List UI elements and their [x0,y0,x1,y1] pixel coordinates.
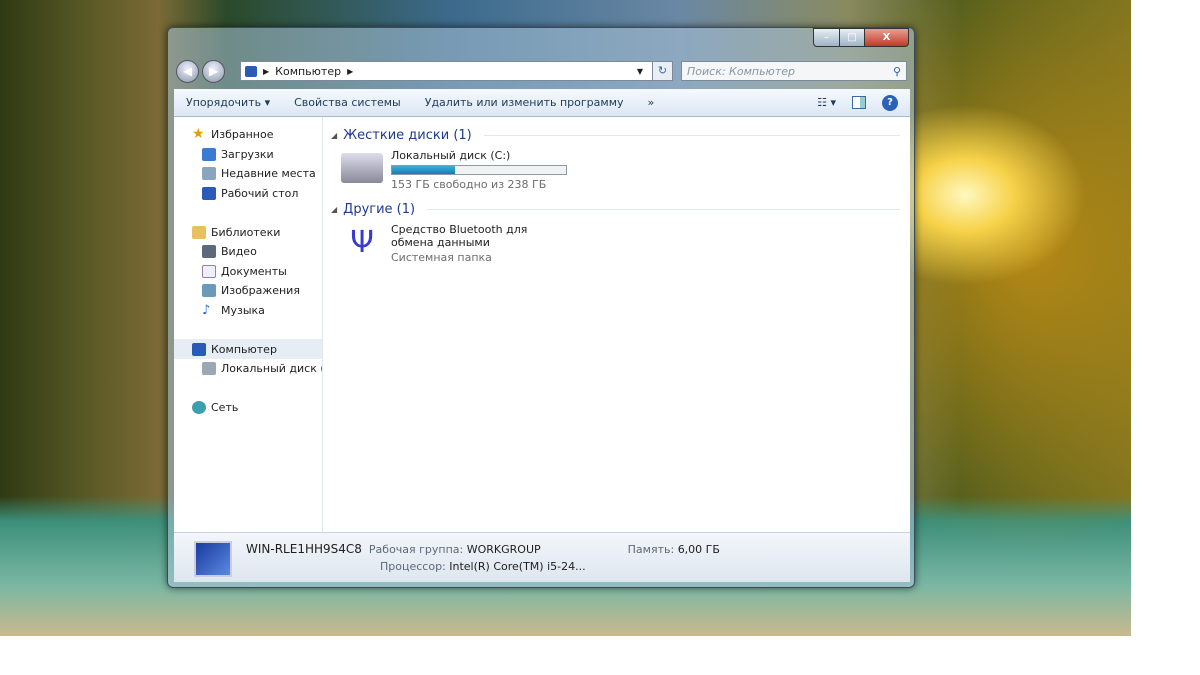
chevron-right-icon: ▶ [263,66,270,76]
back-button[interactable]: ◀ [176,60,199,83]
search-input[interactable]: Поиск: Компьютер ⚲ [681,61,907,81]
memory-value: 6,00 ГБ [677,543,720,556]
more-commands-button[interactable]: » [636,96,667,109]
label: Видео [221,245,257,259]
drive-name: Локальный диск (C:) [391,149,511,162]
sidebar-item-computer[interactable]: Компьютер [174,339,322,359]
help-icon[interactable]: ? [882,94,898,111]
label: Недавние места [221,167,316,181]
preview-pane-icon[interactable] [852,96,866,109]
content-pane: ◢ Жесткие диски (1) Локальный диск (C:) 1… [323,117,910,532]
computer-icon [245,65,257,77]
search-icon[interactable]: ⚲ [893,65,901,78]
video-icon [202,245,216,259]
libraries-icon [192,225,206,239]
star-icon: ★ [192,126,205,143]
workgroup-label: Рабочая группа: [368,543,464,556]
system-properties-button[interactable]: Свойства системы [282,96,413,109]
network-icon [192,400,206,414]
views-dropdown-icon[interactable]: ▾ [830,96,836,109]
forward-button[interactable]: ▶ [202,60,225,83]
label: Загрузки [221,147,274,161]
sidebar-item-desktop[interactable]: Рабочий стол [174,184,322,204]
maximize-button[interactable]: □ [839,28,865,47]
documents-icon [202,264,216,278]
organize-button[interactable]: Упорядочить ▾ [174,96,282,109]
sidebar-item-local-disk[interactable]: Локальный диск (C [174,359,322,379]
close-button[interactable]: X [864,28,909,47]
drive-icon [202,362,216,376]
drive-item[interactable]: Локальный диск (C:) 153 ГБ свободно из 2… [331,145,900,199]
bluetooth-type: Системная папка [391,251,492,264]
sidebar-item-recent[interactable]: Недавние места [174,164,322,184]
drive-free-space: 153 ГБ свободно из 238 ГБ [391,178,547,191]
minimize-button[interactable]: – [813,28,840,47]
explorer-window: – □ X ◀ ▶ ▶ Компьютер ▶ ▼ ↻ Поиск: Компь… [167,27,915,588]
hard-drive-icon [341,153,383,183]
history-dropdown-icon[interactable]: ▼ [637,67,643,76]
label: Документы [221,264,287,278]
bluetooth-item[interactable]: Ψ Средство Bluetooth для обмена данными … [331,219,900,272]
label: Изображения [221,284,300,298]
sidebar-item-music[interactable]: ♪ Музыка [174,301,322,321]
bluetooth-name: Средство Bluetooth для обмена данными [391,223,528,249]
command-bar: Упорядочить ▾ Свойства системы Удалить и… [174,89,910,117]
breadcrumb-computer[interactable]: Компьютер [275,65,341,78]
label: Локальный диск (C [221,362,322,376]
sidebar-item-documents[interactable]: Документы [174,262,322,282]
address-bar[interactable]: ▶ Компьютер ▶ ▼ [240,61,672,81]
change-view-button[interactable]: ☷ ▾ [817,96,836,109]
music-icon: ♪ [202,303,211,319]
cpu-value: Intel(R) Core(TM) i5-24... [449,560,586,573]
memory-label: Память: [627,543,675,556]
details-pane: WIN-RLE1HH9S4C8 Рабочая группа: WORKGROU… [174,532,910,582]
sidebar-item-libraries[interactable]: Библиотеки [174,222,322,242]
refresh-button[interactable]: ↻ [652,61,673,81]
chevron-right-icon[interactable]: ▶ [347,67,353,76]
label: Библиотеки [211,225,281,239]
sidebar-item-network[interactable]: Сеть [174,398,322,418]
group-header-other[interactable]: ◢ Другие (1) [331,199,900,219]
navigation-pane: ★ Избранное Загрузки Недавние места Рабоч… [174,117,323,532]
sidebar-item-downloads[interactable]: Загрузки [174,145,322,165]
group-header-hard-drives[interactable]: ◢ Жесткие диски (1) [331,125,900,145]
group-title: Другие (1) [343,201,416,217]
pictures-icon [202,284,216,298]
computer-large-icon [194,541,232,577]
desktop-icon [202,187,216,201]
disk-usage-bar [391,165,567,175]
sidebar-item-pictures[interactable]: Изображения [174,281,322,301]
workgroup-value: WORKGROUP [466,543,541,556]
recent-places-icon [202,167,216,181]
label: Избранное [211,128,274,142]
sidebar-item-video[interactable]: Видео [174,242,322,262]
search-placeholder: Поиск: Компьютер [687,64,795,78]
sidebar-item-favorites[interactable]: ★ Избранное [174,125,322,145]
downloads-folder-icon [202,147,216,161]
computer-icon [192,342,206,356]
bluetooth-antenna-icon: Ψ [350,225,374,260]
cpu-label: Процессор: [380,560,446,573]
label: Сеть [211,400,239,414]
label: Рабочий стол [221,187,299,201]
uninstall-program-button[interactable]: Удалить или изменить программу [413,96,636,109]
disk-usage-fill [392,166,455,174]
label: Музыка [221,304,265,318]
group-title: Жесткие диски (1) [343,127,472,143]
computer-name: WIN-RLE1HH9S4C8 [246,542,362,556]
label: Компьютер [211,342,277,356]
